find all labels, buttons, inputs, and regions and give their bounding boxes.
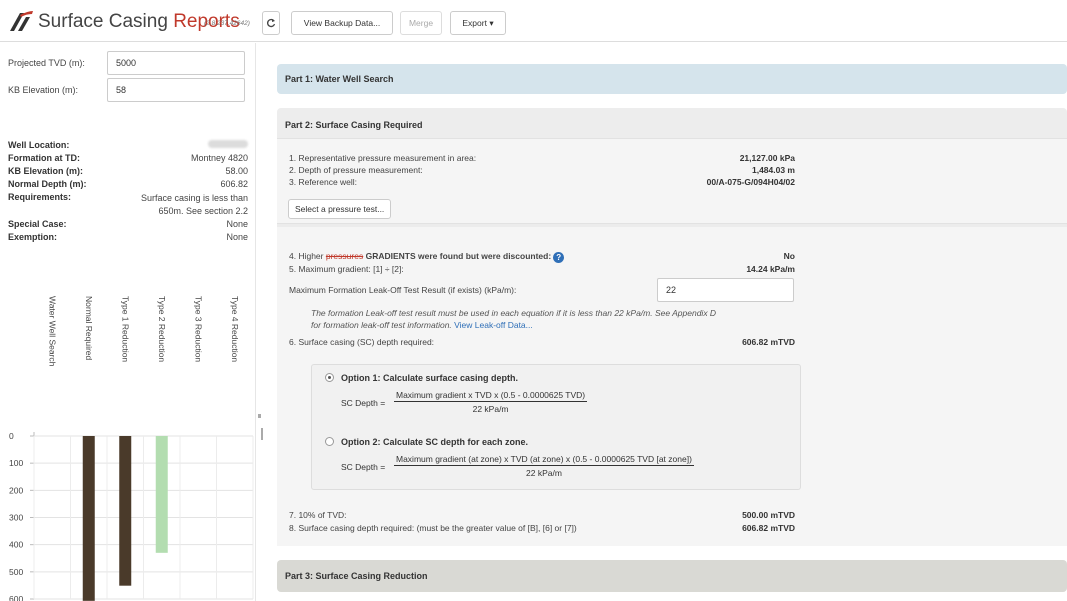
view-leakoff-data-link[interactable]: View Leak-off Data... — [454, 320, 533, 330]
kb-elevation-info-value: 58.00 — [225, 166, 248, 176]
r7-value: 500.00 mTVD — [742, 510, 795, 520]
refresh-icon — [267, 18, 276, 28]
option1-formula: Maximum gradient x TVD x (0.5 - 0.000062… — [394, 390, 588, 414]
option2-radio[interactable] — [325, 437, 334, 446]
formation-value: Montney 4820 — [190, 153, 248, 163]
section-separator — [277, 223, 1067, 227]
leakoff-label: Maximum Formation Leak-Off Test Result (… — [289, 285, 517, 295]
kb-elevation-info-label: KB Elevation (m): — [8, 166, 84, 176]
calculation-options-box: Option 1: Calculate surface casing depth… — [311, 364, 801, 490]
r2-value: 1,484.03 m — [751, 165, 795, 175]
special-case-label: Special Case: — [8, 219, 67, 229]
r5-value: 14.24 kPa/m — [746, 264, 795, 274]
r7-label: 7. 10% of TVD: — [289, 510, 347, 520]
part2-panel: Part 2: Surface Casing Required 1. Repre… — [277, 108, 1067, 546]
y-tick-label: 200 — [9, 485, 23, 495]
part1-title: Part 1: Water Well Search — [285, 74, 394, 84]
part1-panel[interactable]: Part 1: Water Well Search — [277, 64, 1067, 94]
well-location-label: Well Location: — [8, 140, 70, 150]
bar-normal-required[interactable] — [82, 436, 95, 601]
r2-label: 2. Depth of pressure measurement: — [289, 165, 423, 175]
part3-panel[interactable]: Part 3: Surface Casing Reduction — [277, 560, 1067, 592]
bar-type-2-reduction[interactable] — [155, 436, 168, 553]
option1-label[interactable]: Option 1: Calculate surface casing depth… — [341, 373, 518, 383]
category-label: Type 1 Reduction — [120, 296, 131, 363]
option2-label[interactable]: Option 2: Calculate SC depth for each zo… — [341, 437, 528, 447]
depth-chart: 0 100 200 300 400 500 600 Water Well Search Nor… — [0, 293, 256, 601]
normal-depth-label: Normal Depth (m): — [8, 179, 87, 189]
option1-lhs: SC Depth = — [341, 398, 386, 408]
requirements-row: Requirements: Surface casing is less tha… — [8, 192, 248, 218]
left-panel: Projected TVD (m): KB Elevation (m): Wel… — [0, 43, 256, 601]
well-location-row: Well Location: — [8, 140, 248, 152]
app-header: Surface Casing Reports (2.8.237.42642) V… — [0, 0, 1067, 42]
app-logo-icon — [10, 11, 33, 31]
r1-label: 1. Representative pressure measurement i… — [289, 153, 477, 163]
app-version: (2.8.237.42642) — [204, 20, 250, 27]
category-label: Water Well Search — [47, 296, 58, 367]
r3-value: 00/A-075-G/094H04/02 — [706, 177, 795, 187]
y-tick-label: 500 — [9, 567, 23, 577]
requirements-label: Requirements: — [8, 192, 72, 202]
y-tick-label: 100 — [9, 458, 23, 468]
kb-elevation-row: KB Elevation (m): 58.00 — [8, 166, 248, 178]
leakoff-input[interactable] — [657, 278, 794, 302]
leakoff-note: The formation Leak-off test result must … — [311, 308, 717, 330]
part3-title: Part 3: Surface Casing Reduction — [285, 571, 428, 581]
r1-value: 21,127.00 kPa — [739, 153, 795, 163]
category-label: Type 4 Reduction — [229, 296, 240, 363]
special-case-row: Special Case: None — [8, 219, 248, 231]
r8-label: 8. Surface casing depth required: (must … — [289, 523, 577, 533]
exemption-value: None — [226, 232, 248, 242]
normal-depth-row: Normal Depth (m): 606.82 — [8, 179, 248, 191]
option2-formula: Maximum gradient (at zone) x TVD (at zon… — [394, 454, 694, 478]
option1-radio[interactable] — [325, 373, 334, 382]
view-backup-data-button[interactable]: View Backup Data... — [291, 11, 393, 35]
y-tick-label: 0 — [9, 431, 14, 441]
projected-tvd-label: Projected TVD (m): — [8, 58, 85, 68]
option2-lhs: SC Depth = — [341, 462, 386, 472]
kb-elevation-input[interactable] — [107, 78, 245, 102]
r6-label: 6. Surface casing (SC) depth required: — [289, 337, 435, 347]
category-label: Type 2 Reduction — [156, 296, 167, 363]
y-tick-label: 300 — [9, 513, 23, 523]
kb-elevation-label: KB Elevation (m): — [8, 85, 79, 95]
r8-value: 606.82 mTVD — [742, 523, 795, 533]
r5-label: 5. Maximum gradient: [1] ÷ [2]: — [289, 264, 404, 274]
export-button[interactable]: Export ▾ — [450, 11, 506, 35]
part2-body: 1. Representative pressure measurement i… — [277, 138, 1067, 546]
r4-label: 4. Higher pressures GRADIENTS were found… — [289, 251, 565, 263]
y-tick-label: 400 — [9, 540, 23, 550]
y-tick-label: 600 — [9, 594, 23, 601]
r6-value: 606.82 mTVD — [742, 337, 795, 347]
formation-label: Formation at TD: — [8, 153, 80, 163]
special-case-value: None — [226, 219, 248, 229]
category-label: Type 3 Reduction — [193, 296, 204, 363]
normal-depth-value: 606.82 — [220, 179, 248, 189]
category-label: Normal Required — [83, 296, 94, 361]
splitter-handle[interactable] — [261, 428, 263, 440]
bar-type-1-reduction[interactable] — [119, 436, 132, 586]
select-pressure-test-button[interactable]: Select a pressure test... — [288, 199, 392, 219]
exemption-label: Exemption: — [8, 232, 58, 242]
part2-title: Part 2: Surface Casing Required — [285, 120, 423, 130]
well-location-value — [208, 140, 248, 150]
splitter-handle-dot[interactable] — [258, 414, 261, 418]
projected-tvd-input[interactable] — [107, 51, 245, 75]
help-icon[interactable]: ? — [553, 252, 565, 263]
requirements-value: Surface casing is less than 650m. See se… — [140, 193, 248, 216]
merge-button[interactable]: Merge — [400, 11, 442, 35]
r3-label: 3. Reference well: — [289, 177, 358, 187]
refresh-button[interactable] — [262, 11, 280, 35]
formation-row: Formation at TD: Montney 4820 — [8, 153, 248, 165]
r4-value: No — [783, 251, 795, 261]
exemption-row: Exemption: None — [8, 232, 248, 244]
